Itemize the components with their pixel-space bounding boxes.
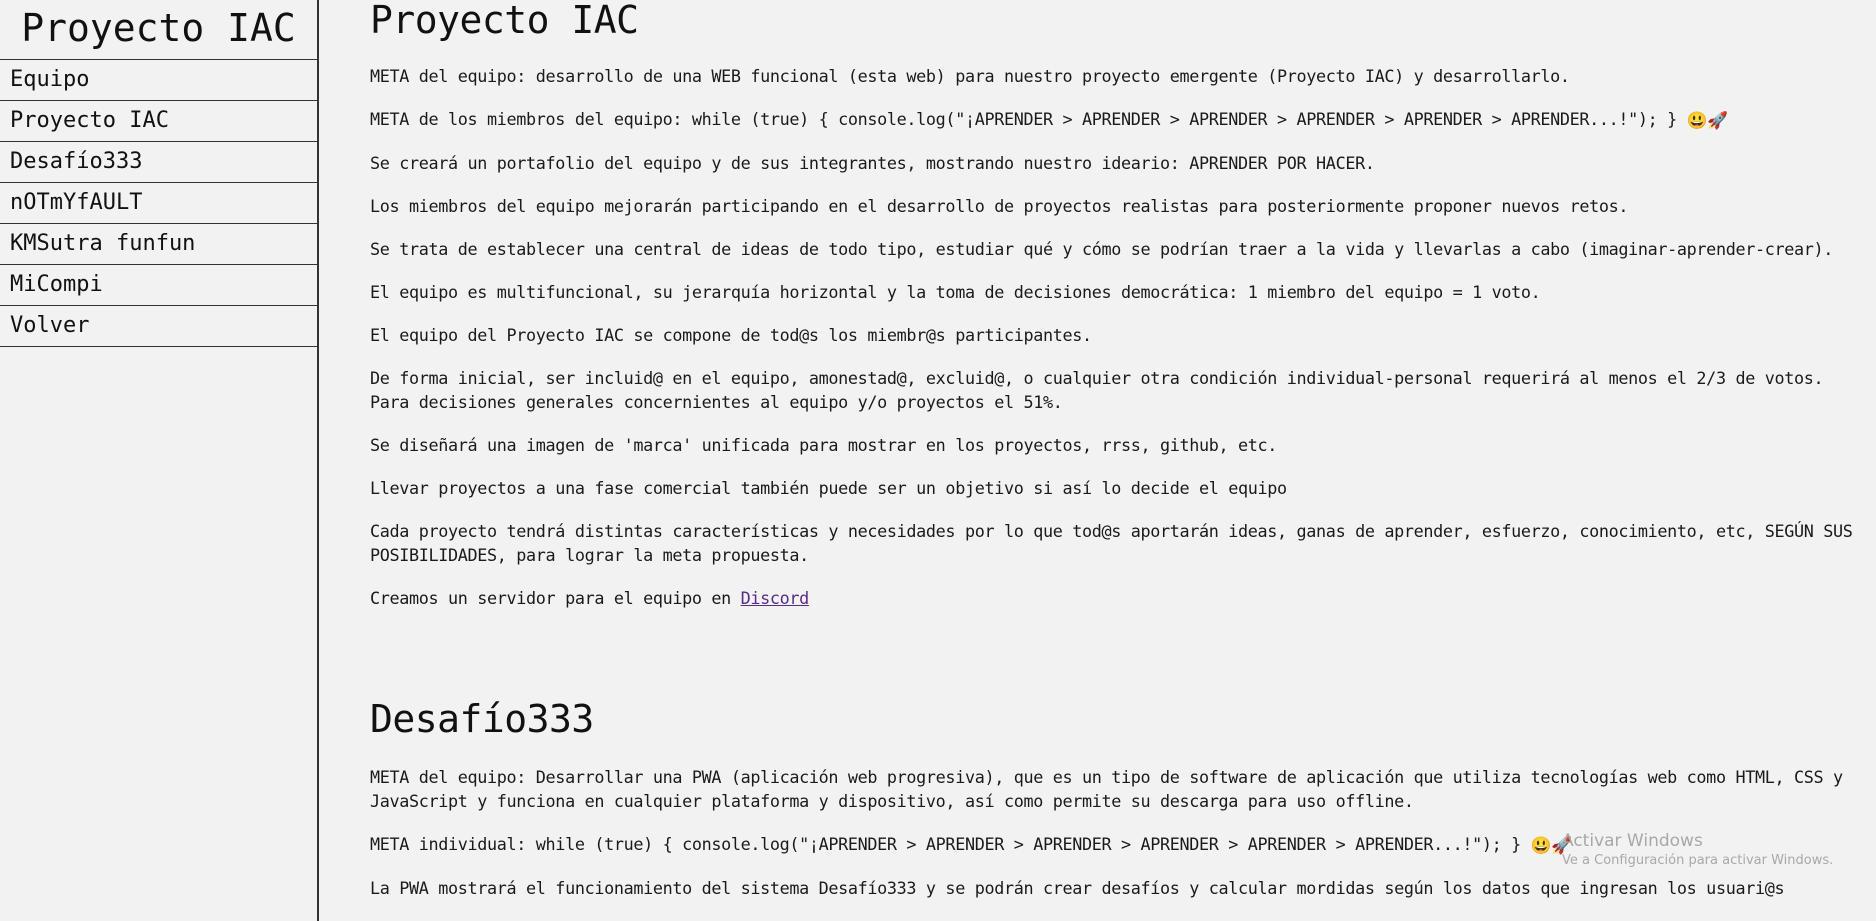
- smile-emoji-icon: 😃: [1530, 835, 1552, 855]
- sidebar-item-proyecto-iac[interactable]: Proyecto IAC: [0, 101, 317, 142]
- rocket-emoji-icon: 🚀: [1707, 110, 1728, 130]
- sidebar-item-volver[interactable]: Volver: [0, 306, 317, 347]
- sidebar-item-notmyfault[interactable]: nOTmYfAULT: [0, 183, 317, 224]
- watermark-title: Activar Windows: [1562, 831, 1703, 851]
- paragraph: Se creará un portafolio del equipo y de …: [370, 153, 1375, 173]
- paragraph: META de los miembros del equipo: while (…: [370, 107, 1854, 132]
- paragraph: El equipo del Proyecto IAC se compone de…: [370, 325, 1092, 345]
- paragraph: De forma inicial, ser incluid@ en el equ…: [370, 368, 1824, 412]
- paragraph-text: META individual: while (true) { console.…: [370, 834, 1521, 854]
- section-title-proyecto-iac: Proyecto IAC: [370, 0, 639, 42]
- sidebar-item-desafio333[interactable]: Desafío333: [0, 142, 317, 183]
- sidebar-nav: Equipo Proyecto IAC Desafío333 nOTmYfAUL…: [0, 60, 317, 347]
- sidebar-item-kmsutra-funfun[interactable]: KMSutra funfun: [0, 224, 317, 265]
- paragraph: META del equipo: desarrollo de una WEB f…: [370, 66, 1570, 86]
- section-proyecto-iac: Proyecto IAC META del equipo: desarrollo…: [370, 0, 1854, 610]
- paragraph: Llevar proyectos a una fase comercial ta…: [370, 478, 1287, 498]
- paragraph: Cada proyecto tendrá distintas caracterí…: [370, 521, 1853, 565]
- discord-prefix: Creamos un servidor para el equipo en: [370, 588, 741, 608]
- sidebar-brand[interactable]: Proyecto IAC: [0, 0, 317, 60]
- paragraph-text: META de los miembros del equipo: while (…: [370, 109, 1677, 129]
- main-content: Proyecto IAC META del equipo: desarrollo…: [370, 0, 1854, 921]
- windows-activation-watermark: Activar Windows Ve a Configuración para …: [1562, 830, 1833, 870]
- paragraph: Se diseñará una imagen de 'marca' unific…: [370, 435, 1278, 455]
- paragraph: Se trata de establecer una central de id…: [370, 239, 1833, 259]
- sidebar: Proyecto IAC Equipo Proyecto IAC Desafío…: [0, 0, 319, 921]
- watermark-subtitle: Ve a Configuración para activar Windows.: [1562, 853, 1834, 868]
- smile-emoji-icon: 😃: [1686, 110, 1708, 130]
- section-title-desafio333: Desafío333: [370, 697, 594, 741]
- paragraph: La PWA mostrará el funcionamiento del si…: [370, 878, 1785, 898]
- discord-link[interactable]: Discord: [741, 588, 810, 608]
- sidebar-item-equipo[interactable]: Equipo: [0, 60, 317, 101]
- paragraph: El equipo es multifuncional, su jerarquí…: [370, 282, 1541, 302]
- discord-paragraph: Creamos un servidor para el equipo en Di…: [370, 586, 1854, 610]
- paragraph: META del equipo: Desarrollar una PWA (ap…: [370, 767, 1843, 811]
- sidebar-item-micompi[interactable]: MiCompi: [0, 265, 317, 306]
- paragraph: Los miembros del equipo mejorarán partic…: [370, 196, 1629, 216]
